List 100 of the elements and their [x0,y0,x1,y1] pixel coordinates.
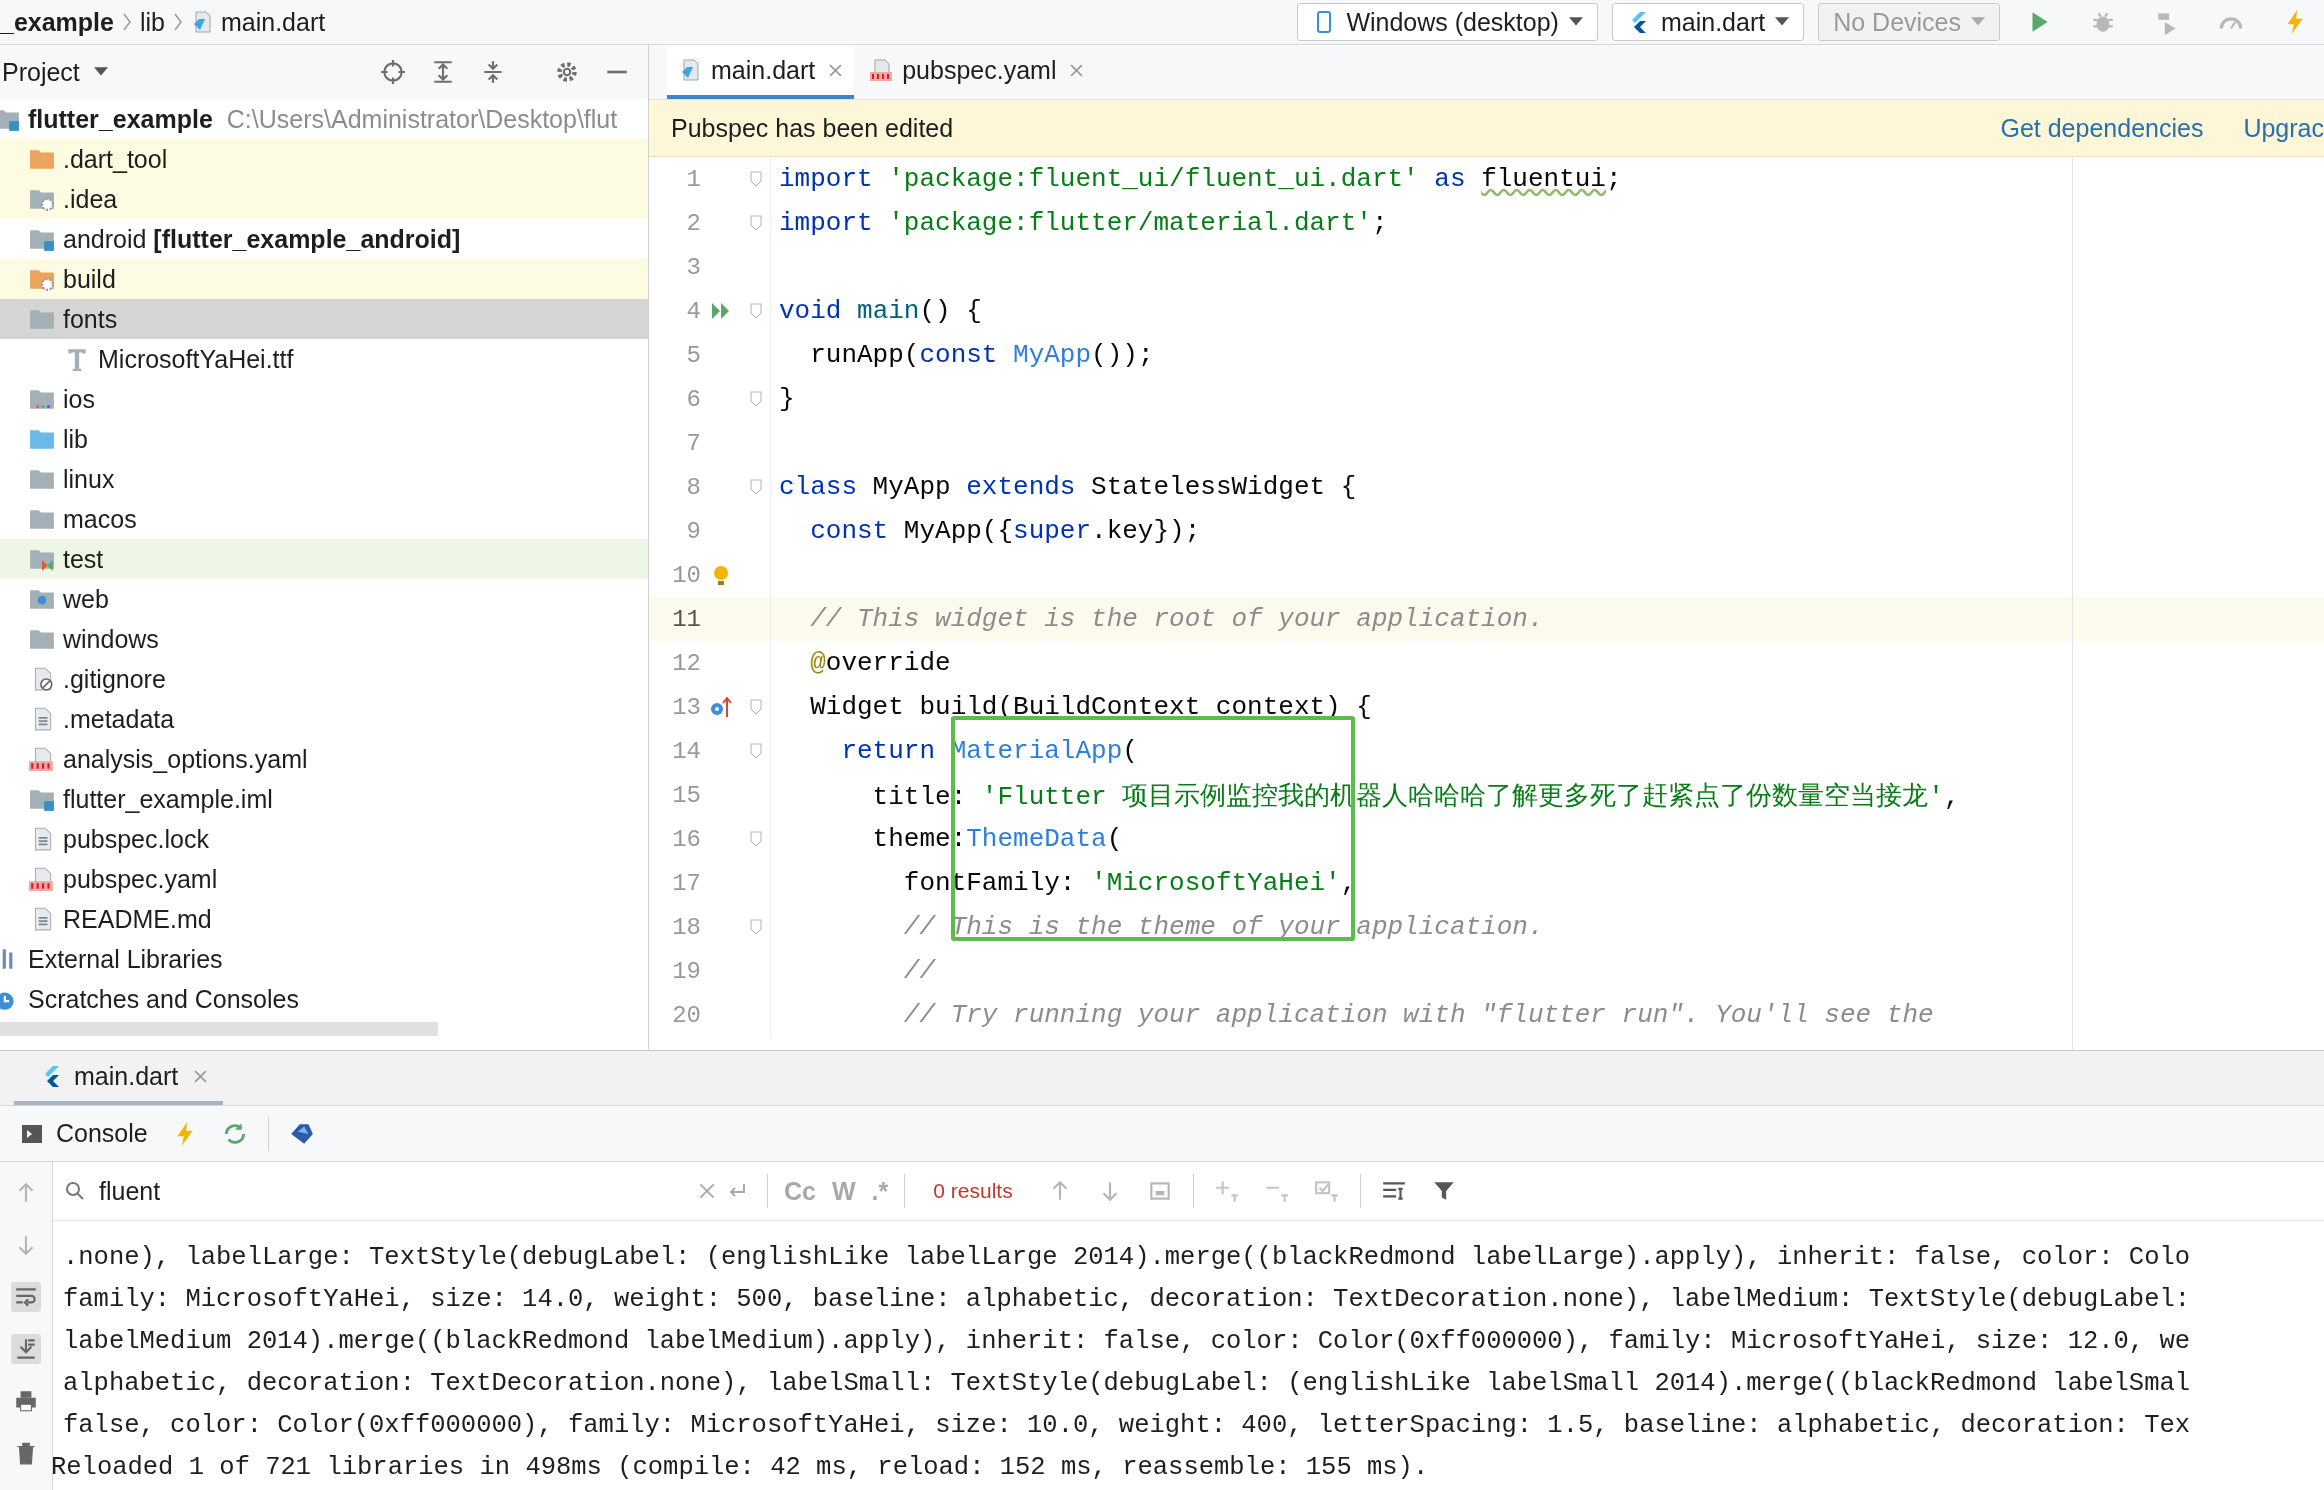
code-line: @override [809,648,951,678]
close-icon[interactable] [829,63,843,77]
caret-icon [1568,17,1583,27]
tree-item[interactable]: lib [0,419,648,459]
results-count: 0 results [933,1179,1013,1203]
fold-icon[interactable] [749,215,762,231]
tree-item[interactable]: web [0,579,648,619]
notice-link[interactable]: Upgrac [2243,113,2324,143]
code-line: import 'package:flutter/material.dart'; [778,208,1388,238]
tree-item[interactable]: Scratches and Consoles [0,979,648,1019]
breadcrumb[interactable]: lib [139,7,165,37]
settings-icon[interactable] [554,59,580,85]
line-number: 16 [671,825,701,853]
run-config-selector[interactable]: main.dart [1611,3,1805,41]
code-line: runApp(const MyApp()); [809,340,1154,370]
caret-icon [93,67,108,77]
close-icon[interactable] [194,1069,208,1083]
breadcrumb[interactable]: main.dart [191,7,326,37]
caret-icon [1971,17,1985,27]
console-line: false, color: Color(0xff000000), family: MicrosoftYaHei, size: 10.0, weight: 400, letterSpacing: 1.5, baseline: alphabetic, decoration: Tex [63,1410,2192,1442]
yaml-file-icon [870,58,895,82]
tree-item[interactable]: .gitignore [0,659,648,699]
fold-icon[interactable] [749,391,762,407]
code-line: Widget build(BuildContext context) { [809,692,1372,722]
clear-icon[interactable] [699,1183,715,1199]
tree-item[interactable]: ios [0,379,648,419]
breadcrumb[interactable]: _example [0,7,114,37]
tree-item[interactable]: macos [0,499,648,539]
tree-item[interactable]: android [flutter_example_android] [0,219,648,259]
fold-icon[interactable] [749,303,762,319]
fold-icon[interactable] [749,919,762,935]
tree-item[interactable]: README.md [0,899,648,939]
code-line: import 'package:fluent_ui/fluent_ui.dart' as fluentui; [778,164,1622,194]
project-path: C:\Users\Administrator\Desktop\flut [226,104,618,134]
code-line: // This is the theme of your application. [902,912,1544,942]
console-tab[interactable]: Console [20,1119,148,1148]
code-line: // Try running your application with "flutter run". You'll see the [902,1000,1934,1030]
line-number: 13 [671,693,701,721]
tree-item[interactable]: .dart_tool [0,139,648,179]
override-gutter-icon[interactable] [709,695,733,719]
tree-item[interactable]: test [0,539,648,579]
caret-icon [1775,17,1790,27]
scroll-to-end-icon[interactable] [11,1334,41,1364]
fold-icon[interactable] [749,743,762,759]
line-number: 3 [685,253,701,281]
tree-item[interactable]: flutter_example.iml [0,779,648,819]
add-occurrence-icon[interactable] [1213,1178,1240,1204]
soft-wrap-icon[interactable] [11,1282,41,1312]
line-number: 5 [685,341,701,369]
tree-item[interactable]: windows [0,619,648,659]
fold-icon[interactable] [749,699,762,715]
select-occurrences-icon[interactable] [1313,1178,1340,1204]
console-line: Reloaded 1 of 721 libraries in 498ms (compile: 42 ms, reload: 152 ms, reassemble: 155 ms). [53,1452,1430,1484]
console-line: family: MicrosoftYaHei, size: 14.0, weight: 500, baseline: alphabetic, decoration: TextDecoration.none), labelMedium: TextStyle(debugLabel: [63,1284,2192,1316]
project-view-dropdown[interactable]: Project [2,57,108,87]
console-line: .none), labelLarge: TextStyle(debugLabel: (englishLike labelLarge 2014).merge((blackRedmond labelLarge).apply), inherit: false, color: Colo [63,1242,2192,1274]
device-selector[interactable]: Windows (desktop) [1297,3,1598,41]
line-number: 19 [671,957,701,985]
notice-link[interactable]: Get dependencies [2000,113,2204,143]
console-line: alphabetic, decoration: TextDecoration.none), labelSmall: TextStyle(debugLabel: (englishLike labelSmall 2014).merge((blackRedmond labelSmal [63,1368,2192,1400]
line-number: 4 [685,297,701,325]
code-line: } [778,384,795,414]
scrollbar-thumb[interactable] [0,1022,438,1036]
line-number: 2 [685,209,701,237]
file-icon [29,746,55,772]
tree-item[interactable]: External Libraries [0,939,648,979]
code-line: void main() { [778,296,982,326]
fold-icon[interactable] [749,831,762,847]
tree-item[interactable]: pubspec.yaml [0,859,648,899]
line-number: 18 [671,913,701,941]
console-line: labelMedium 2014).merge((blackRedmond labelMedium).apply), inherit: false, color: Color(0xff000000), family: MicrosoftYaHei, size: 12.0, we [63,1326,2192,1358]
line-number: 17 [671,869,701,897]
line-number: 12 [671,649,701,677]
line-number: 15 [671,781,701,809]
close-icon[interactable] [1070,63,1084,77]
code-line: // [902,956,936,986]
code-line: // This widget is the root of your application. [809,604,1544,634]
line-number: 10 [671,561,701,589]
line-number: 8 [685,473,701,501]
tree-item[interactable]: .idea [0,179,648,219]
tree-item[interactable]: flutter_example C:\Users\Administrator\Desktop\flut [0,99,648,139]
tree-item[interactable]: analysis_options.yaml [0,739,648,779]
tree-item[interactable]: fonts [0,299,648,339]
tree-item[interactable]: linux [0,459,648,499]
line-number: 14 [671,737,701,765]
tree-item[interactable]: .metadata [0,699,648,739]
editor-tab[interactable]: main.dart [667,45,855,99]
file-icon [29,866,55,892]
line-number: 11 [671,605,701,633]
fold-icon[interactable] [749,171,762,187]
crosshair-icon[interactable] [380,59,406,85]
editor-tab[interactable]: pubspec.yaml [858,45,1096,99]
tree-item[interactable]: build [0,259,648,299]
notice-text: Pubspec has been edited [671,113,954,143]
tree-item[interactable]: MicrosoftYaHei.ttf [0,339,648,379]
tree-item[interactable]: pubspec.lock [0,819,648,859]
code-line: const MyApp({super.key}); [809,516,1201,546]
line-number: 7 [685,429,701,457]
search-field[interactable]: fluent [97,1175,689,1207]
fold-icon[interactable] [749,479,762,495]
